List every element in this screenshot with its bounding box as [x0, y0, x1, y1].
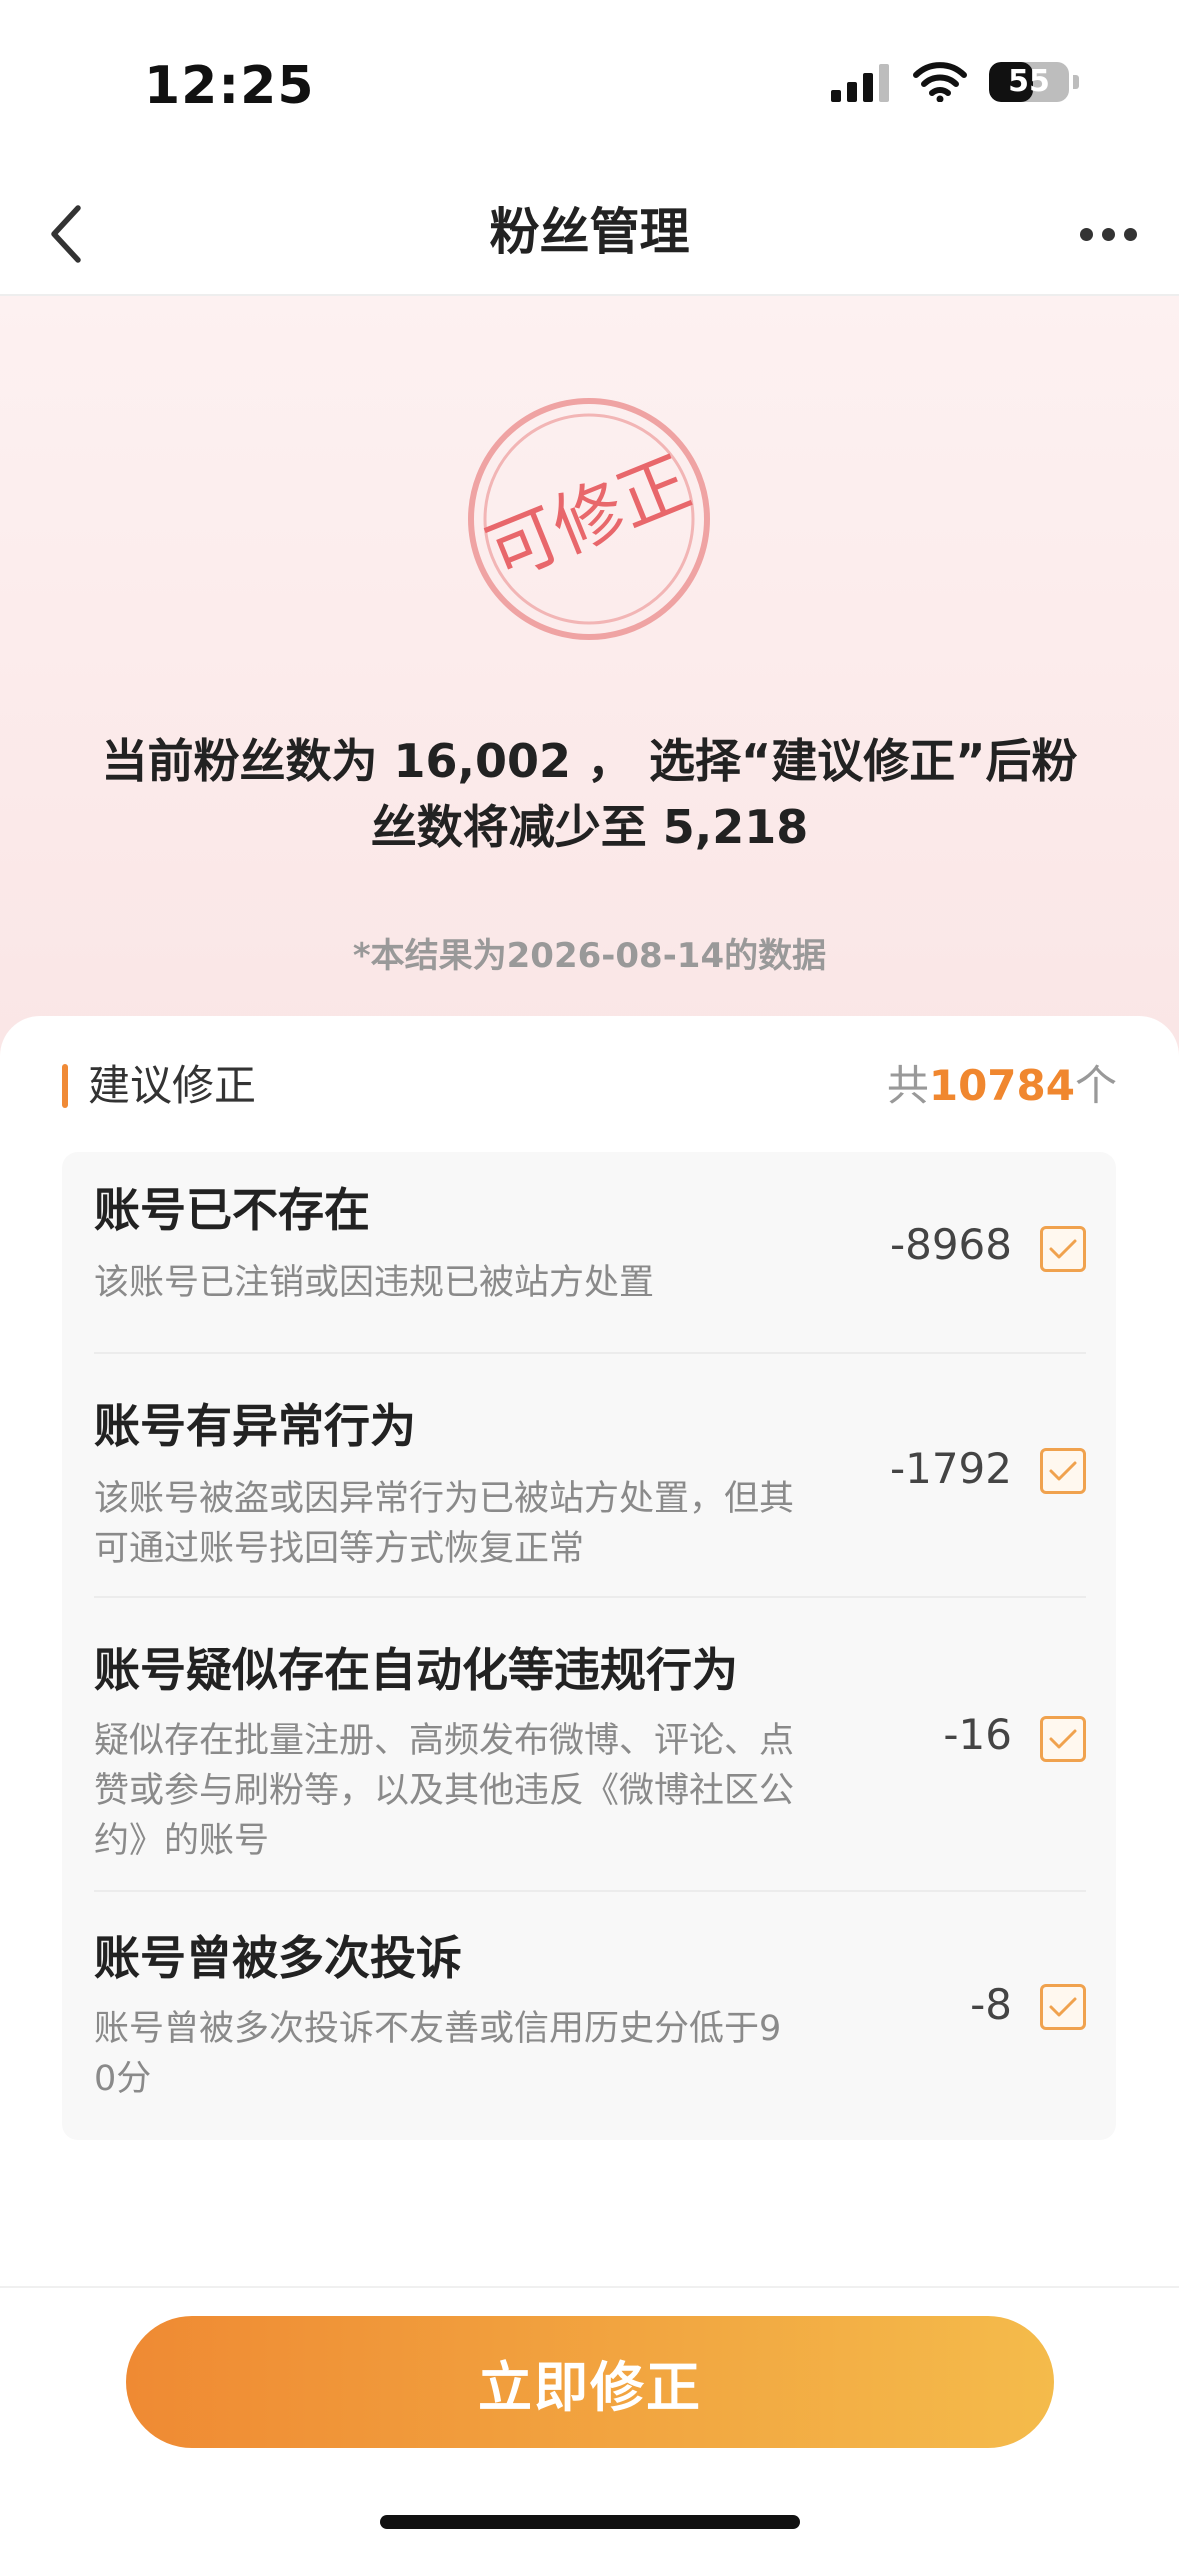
list-item: 账号有异常行为 该账号被盗或因异常行为已被站方处置，但其 可通过账号找回等方式恢…: [94, 1352, 1086, 1598]
section-header: 建议修正 共10784个: [62, 1058, 1117, 1114]
bottom-divider: [0, 2286, 1179, 2288]
list-item: 账号已不存在 该账号已注销或因违规已被站方处置 -8968: [94, 1152, 1086, 1352]
suggestion-list: 账号已不存在 该账号已注销或因违规已被站方处置 -8968 账号有异常行为 该账…: [62, 1152, 1116, 2140]
fix-now-button[interactable]: 立即修正: [126, 2316, 1054, 2448]
item-desc: 该账号已注销或因违规已被站方处置: [94, 1258, 884, 1308]
suggestion-card: 建议修正 共10784个 账号已不存在 该账号已注销或因违规已被站方处置 -89…: [0, 1016, 1179, 2286]
item-desc-line: 约》的账号: [94, 1821, 270, 1861]
section-accent-bar: [62, 1064, 68, 1108]
item-checkbox[interactable]: [1040, 1448, 1086, 1494]
section-title: 建议修正: [88, 1061, 257, 1110]
item-count: -16: [943, 1710, 1012, 1759]
ellipsis-icon: [1101, 227, 1115, 241]
item-desc: 该账号被盗或因异常行为已被站方处置，但其 可通过账号找回等方式恢复正常: [94, 1474, 884, 1574]
hero-section: 可修正 当前粉丝数为 16,002 ， 选择“建议修正”后粉 丝数将减少至 5,…: [0, 296, 1179, 1056]
item-count: -8968: [889, 1220, 1012, 1269]
item-desc: 账号曾被多次投诉不友善或信用历史分低于9 0分: [94, 2004, 884, 2104]
wifi-icon: [913, 62, 967, 102]
stamp-text: 可修正: [476, 441, 701, 596]
battery-icon: 55: [989, 62, 1069, 102]
nav-bar: 粉丝管理: [0, 170, 1179, 296]
check-icon: [1049, 1239, 1077, 1259]
item-checkbox[interactable]: [1040, 1984, 1086, 2030]
follower-summary: 当前粉丝数为 16,002 ， 选择“建议修正”后粉 丝数将减少至 5,218: [60, 728, 1119, 860]
status-bar: 12:25 55: [0, 0, 1179, 170]
item-checkbox[interactable]: [1040, 1716, 1086, 1762]
item-desc-line: 0分: [94, 2059, 152, 2099]
item-desc: 疑似存在批量注册、高频发布微博、评论、点 赞或参与刷粉等，以及其他违反《微博社区…: [94, 1716, 884, 1866]
status-icons: 55: [831, 62, 1079, 102]
item-count: -1792: [889, 1444, 1012, 1493]
status-time: 12:25: [144, 56, 315, 116]
total-suffix: 个: [1074, 1061, 1117, 1110]
item-desc-line: 可通过账号找回等方式恢复正常: [94, 1529, 585, 1569]
item-title: 账号有异常行为: [94, 1399, 416, 1453]
correctable-stamp: 可修正: [468, 398, 710, 640]
check-icon: [1049, 1997, 1077, 2017]
home-indicator: [380, 2515, 800, 2529]
item-title: 账号已不存在: [94, 1183, 370, 1237]
item-desc-line: 赞或参与刷粉等，以及其他违反《微博社区公: [94, 1771, 795, 1811]
battery-cap: [1073, 75, 1079, 89]
signal-icon: [831, 64, 889, 102]
item-desc-line: 疑似存在批量注册、高频发布微博、评论、点: [94, 1721, 795, 1761]
item-checkbox[interactable]: [1040, 1226, 1086, 1272]
check-icon: [1049, 1461, 1077, 1481]
item-title: 账号曾被多次投诉: [94, 1931, 462, 1985]
data-date-note: *本结果为2026-08-14的数据: [352, 936, 827, 976]
section-total: 共10784个: [887, 1058, 1117, 1114]
item-desc-line: 账号曾被多次投诉不友善或信用历史分低于9: [94, 2009, 782, 2049]
item-title: 账号疑似存在自动化等违规行为: [94, 1643, 738, 1697]
page-title: 粉丝管理: [489, 203, 690, 261]
total-prefix: 共: [886, 1061, 929, 1110]
item-desc-line: 该账号已注销或因违规已被站方处置: [94, 1263, 655, 1303]
ellipsis-icon: [1079, 227, 1093, 241]
total-value: 10784: [928, 1061, 1075, 1110]
ellipsis-icon: [1123, 227, 1137, 241]
item-count: -8: [970, 1980, 1012, 2029]
summary-line: 当前粉丝数为 16,002 ， 选择“建议修正”后粉: [101, 734, 1078, 788]
battery-percent: 55: [1008, 64, 1050, 99]
more-button[interactable]: [1063, 204, 1153, 264]
check-icon: [1049, 1729, 1077, 1749]
list-item: 账号疑似存在自动化等违规行为 疑似存在批量注册、高频发布微博、评论、点 赞或参与…: [94, 1596, 1086, 1892]
list-item: 账号曾被多次投诉 账号曾被多次投诉不友善或信用历史分低于9 0分 -8: [94, 1890, 1086, 2142]
item-desc-line: 该账号被盗或因异常行为已被站方处置，但其: [94, 1479, 795, 1519]
summary-line: 丝数将减少至 5,218: [370, 800, 809, 854]
